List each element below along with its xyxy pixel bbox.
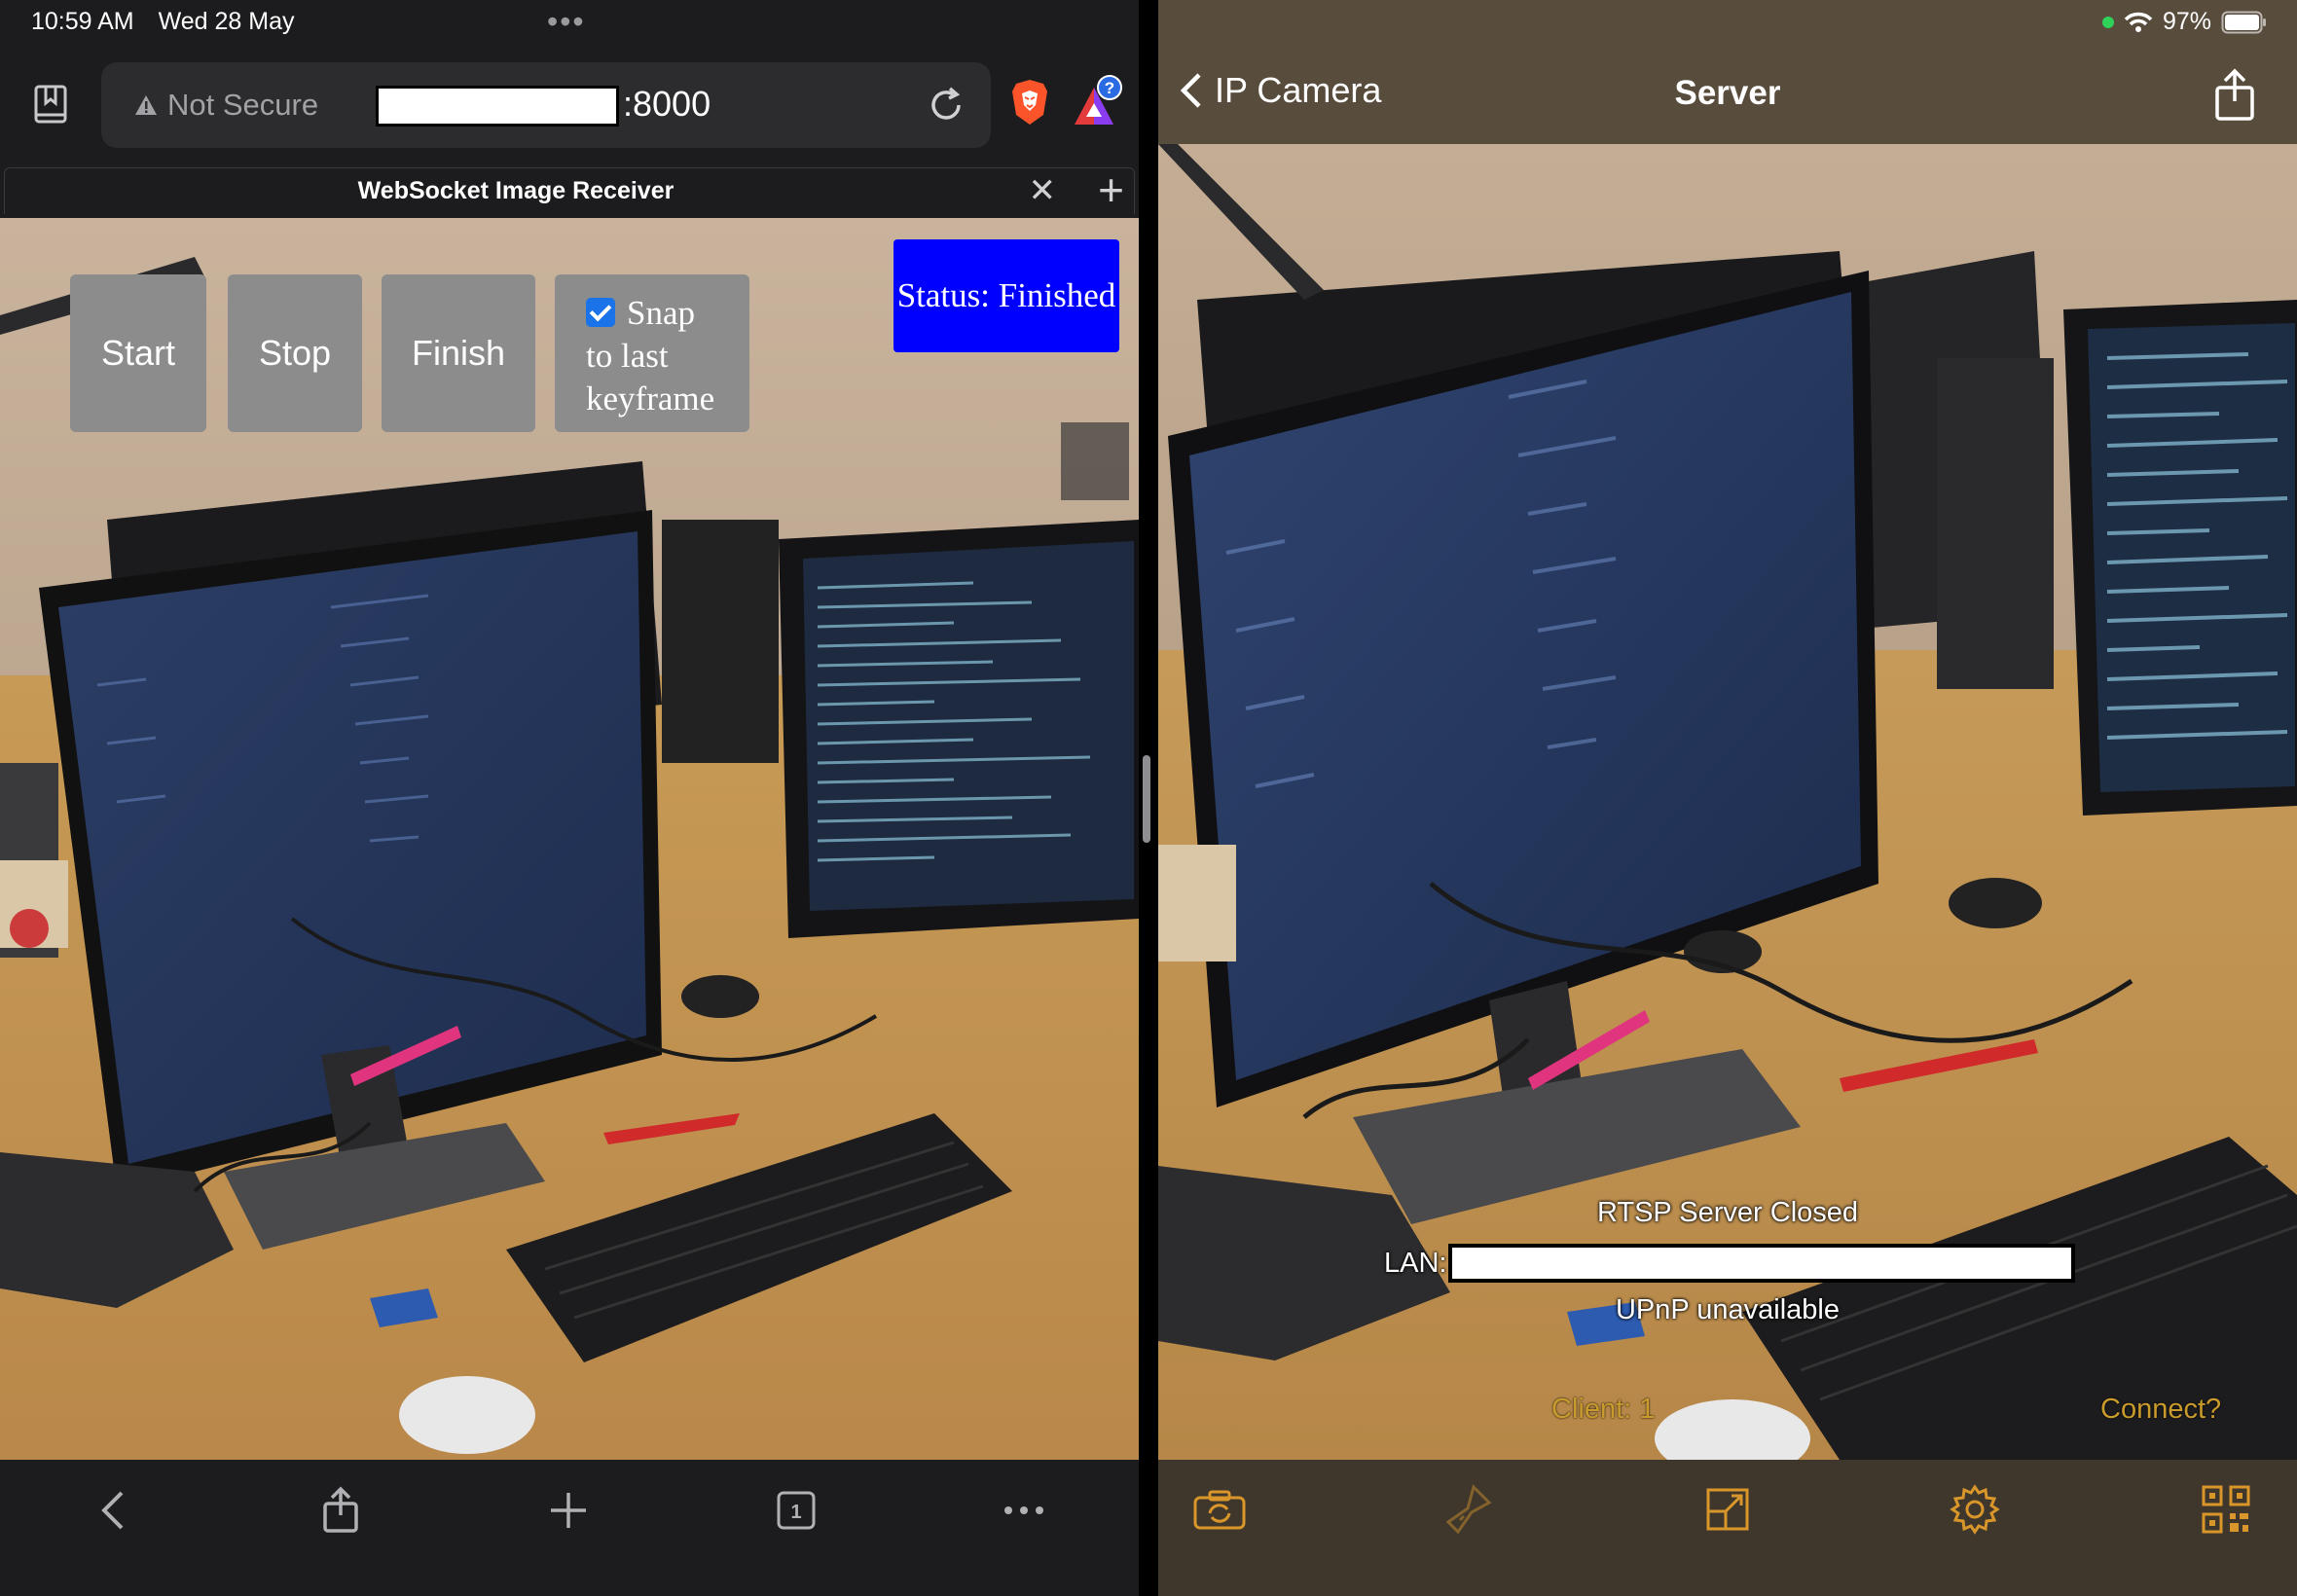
rewards-badge: ? bbox=[1105, 79, 1114, 97]
snap-checkbox[interactable] bbox=[586, 298, 615, 327]
more-icon[interactable] bbox=[995, 1481, 1053, 1540]
add-icon[interactable] bbox=[539, 1481, 598, 1540]
address-bar[interactable]: Not Secure :8000 bbox=[101, 62, 991, 148]
close-tab-icon[interactable]: ✕ bbox=[1029, 174, 1057, 207]
new-tab-icon[interactable]: + bbox=[1098, 167, 1124, 212]
status-date: Wed 28 May bbox=[158, 8, 295, 35]
page-title: Server bbox=[1674, 74, 1781, 112]
status-indicator: Status: Finished bbox=[893, 239, 1119, 352]
brave-rewards-icon[interactable]: ? bbox=[1071, 74, 1125, 128]
battery-percent: 97% bbox=[2162, 8, 2211, 35]
brave-shields-icon[interactable] bbox=[1010, 78, 1049, 127]
upnp-status-text: UPnP unavailable bbox=[1615, 1294, 1841, 1325]
status-bar-right: 97% bbox=[2101, 8, 2268, 36]
status-bar-left: 10:59 AM Wed 28 May bbox=[31, 8, 311, 36]
snap-label-line2: to last bbox=[586, 337, 669, 375]
wifi-icon bbox=[2124, 12, 2153, 32]
flashlight-icon[interactable] bbox=[1437, 1477, 1501, 1542]
ip-camera-window: RTSP Server Closed LAN: UPnP unavailable… bbox=[1158, 0, 2297, 1596]
back-icon[interactable] bbox=[84, 1481, 142, 1540]
switch-camera-icon[interactable] bbox=[1187, 1477, 1252, 1542]
snap-label-line1: Snap bbox=[627, 294, 695, 332]
navigation-bar: 97% IP Camera Server bbox=[1158, 0, 2297, 144]
qr-code-icon[interactable] bbox=[2194, 1477, 2258, 1542]
reload-icon[interactable] bbox=[927, 86, 966, 125]
battery-icon bbox=[2221, 11, 2266, 33]
client-count: Client: 1 bbox=[1551, 1394, 1656, 1425]
security-label: Not Secure bbox=[167, 88, 319, 122]
snap-to-keyframe-option[interactable]: Snap to last keyframe bbox=[555, 274, 749, 432]
tabs-icon[interactable]: 1 bbox=[767, 1481, 825, 1540]
bookmarks-icon[interactable] bbox=[33, 84, 72, 127]
tab-count: 1 bbox=[790, 1502, 801, 1523]
snap-label-line3: keyframe bbox=[586, 380, 715, 417]
split-view-divider-handle[interactable] bbox=[1143, 755, 1150, 843]
warning-icon bbox=[135, 95, 157, 115]
security-indicator[interactable]: Not Secure bbox=[134, 88, 318, 123]
start-button[interactable]: Start bbox=[70, 274, 206, 432]
lan-label: LAN: bbox=[1384, 1248, 1447, 1279]
resize-icon[interactable] bbox=[1695, 1477, 1760, 1542]
camera-preview: RTSP Server Closed LAN: UPnP unavailable… bbox=[1158, 144, 2297, 1460]
connect-help-link[interactable]: Connect? bbox=[2100, 1394, 2221, 1426]
finish-button[interactable]: Finish bbox=[382, 274, 535, 432]
share-icon[interactable] bbox=[311, 1481, 370, 1540]
camera-in-use-indicator bbox=[2101, 16, 2114, 28]
settings-icon[interactable] bbox=[1943, 1477, 2007, 1542]
rewards-triangle-icon: ? bbox=[1075, 75, 1122, 125]
redacted-lan-address bbox=[1448, 1244, 2075, 1283]
redacted-host bbox=[376, 86, 619, 127]
url-port: :8000 bbox=[623, 84, 711, 124]
stop-button[interactable]: Stop bbox=[228, 274, 362, 432]
camera-toolbar bbox=[1158, 1460, 2297, 1596]
browser-bottom-toolbar: 1 bbox=[0, 1460, 1139, 1596]
tab-websocket-receiver[interactable]: WebSocket Image Receiver bbox=[5, 177, 1134, 205]
status-time: 10:59 AM bbox=[31, 8, 134, 35]
multitasking-dots-icon[interactable]: ••• bbox=[547, 4, 586, 40]
browser-window: 10:59 AM Wed 28 May ••• Not Secure :8000 bbox=[0, 0, 1139, 1596]
tab-strip: WebSocket Image Receiver ✕ + bbox=[4, 167, 1135, 214]
share-icon[interactable] bbox=[2213, 68, 2256, 123]
web-page-viewport: Start Stop Finish Snap to last keyframe … bbox=[0, 218, 1139, 1460]
server-status-text: RTSP Server Closed bbox=[1596, 1197, 1859, 1228]
